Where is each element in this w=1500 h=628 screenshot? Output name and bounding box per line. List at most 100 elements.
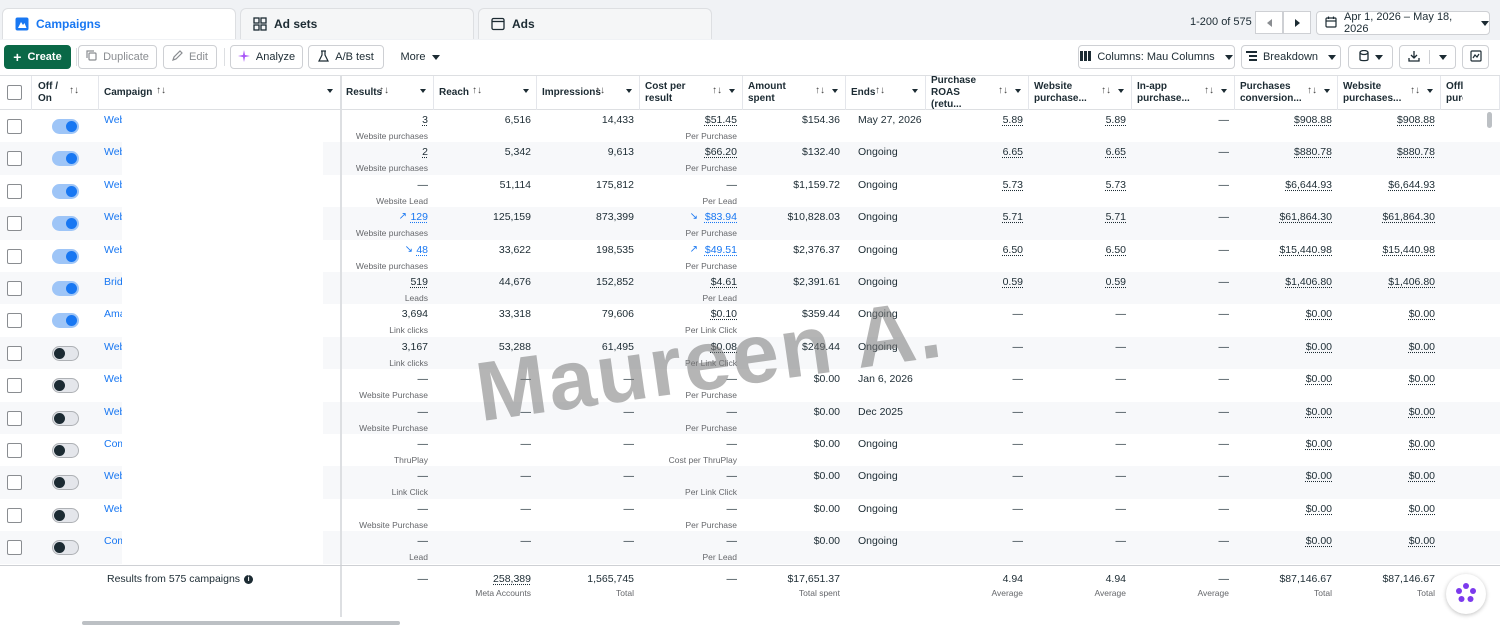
cell-value[interactable]: 6.50 <box>1106 244 1126 256</box>
cell-value[interactable]: $0.10 <box>711 308 737 320</box>
create-button[interactable]: + Create <box>4 45 71 69</box>
column-menu-icon[interactable] <box>832 89 838 93</box>
cell-value[interactable]: — <box>1116 438 1127 450</box>
cell-value[interactable]: $4.61 <box>711 276 737 288</box>
breakdown-button[interactable]: Breakdown <box>1241 45 1341 69</box>
sort-icon[interactable]: ↑↓ <box>1307 85 1317 97</box>
row-checkbox[interactable] <box>7 540 22 556</box>
cell-value[interactable]: 5.71 <box>1106 211 1126 223</box>
cell-value[interactable]: — <box>727 373 738 385</box>
column-menu-icon[interactable] <box>1221 89 1227 93</box>
cell-value[interactable]: $61,864.30 <box>1382 211 1435 223</box>
sort-icon[interactable]: ↑↓ <box>1101 85 1111 97</box>
column-menu-icon[interactable] <box>1427 89 1433 93</box>
cell-value[interactable]: — <box>1116 406 1127 418</box>
cell-value[interactable]: $0.00 <box>1306 503 1332 515</box>
cell-value[interactable]: 5.73 <box>1003 179 1023 191</box>
tab-campaigns[interactable]: Campaigns <box>2 8 236 39</box>
cell-value[interactable]: $0.08 <box>711 341 737 353</box>
cell-value[interactable]: $0.00 <box>1409 341 1435 353</box>
cell-value[interactable]: $0.00 <box>1306 341 1332 353</box>
cell-value[interactable]: $15,440.98 <box>1382 244 1435 256</box>
sort-icon[interactable]: ↑↓ <box>595 85 605 97</box>
cell-value[interactable]: — <box>1116 535 1127 547</box>
cell-value[interactable]: — <box>1013 503 1024 515</box>
cell-value[interactable]: $0.00 <box>1409 535 1435 547</box>
cell-value[interactable]: $66.20 <box>705 146 737 158</box>
more-button[interactable]: More <box>392 45 448 69</box>
cell-value[interactable]: $15,440.98 <box>1279 244 1332 256</box>
column-menu-icon[interactable] <box>626 89 632 93</box>
header-cpr[interactable]: Cost per result ↑↓ <box>640 76 743 110</box>
tab-ads[interactable]: Ads <box>478 8 712 39</box>
cell-value[interactable]: — <box>1013 438 1024 450</box>
cell-value[interactable]: $6,644.93 <box>1285 179 1332 191</box>
cell-value[interactable]: — <box>418 406 429 418</box>
column-menu-icon[interactable] <box>1015 89 1021 93</box>
tab-ad-sets[interactable]: Ad sets <box>240 8 474 39</box>
sort-icon[interactable]: ↑↓ <box>1204 85 1214 97</box>
chart-view-button[interactable] <box>1462 45 1489 69</box>
cell-value[interactable]: — <box>418 438 429 450</box>
sort-icon[interactable]: ↑↓ <box>998 85 1008 97</box>
row-checkbox[interactable] <box>7 216 22 232</box>
cell-value[interactable]: — <box>727 179 738 191</box>
cell-value[interactable]: 48 <box>416 244 428 256</box>
assistant-button[interactable] <box>1446 574 1486 614</box>
header-pconv[interactable]: Purchases conversion... ↑↓ <box>1235 76 1338 110</box>
cell-value[interactable]: — <box>1116 341 1127 353</box>
cell-value[interactable]: 6.65 <box>1106 146 1126 158</box>
cell-value[interactable]: $49.51 <box>705 244 737 256</box>
cell-value[interactable]: 5.89 <box>1106 114 1126 126</box>
cell-value[interactable]: $0.00 <box>1306 373 1332 385</box>
cell-value[interactable]: $908.88 <box>1397 114 1435 126</box>
sort-icon[interactable]: ↑↓ <box>472 85 482 97</box>
cell-value[interactable]: $0.00 <box>1306 535 1332 547</box>
cell-value[interactable]: $61,864.30 <box>1279 211 1332 223</box>
cell-value[interactable]: — <box>418 503 429 515</box>
select-all-checkbox[interactable] <box>7 85 22 100</box>
cell-value[interactable]: — <box>727 406 738 418</box>
cell-value[interactable]: $0.00 <box>1409 308 1435 320</box>
row-checkbox[interactable] <box>7 281 22 296</box>
cell-value[interactable]: $0.00 <box>1409 503 1435 515</box>
header-campaign[interactable]: Campaign ↑↓ <box>99 76 341 110</box>
sort-icon[interactable]: ↑↓ <box>875 85 885 97</box>
date-range-picker[interactable]: Apr 1, 2026 – May 18, 2026 <box>1316 11 1490 35</box>
cell-value[interactable]: $0.00 <box>1306 406 1332 418</box>
cell-value[interactable]: 3,694 <box>402 308 428 320</box>
header-select-all[interactable] <box>0 76 32 110</box>
cell-value[interactable]: — <box>727 503 738 515</box>
row-checkbox[interactable] <box>7 378 22 394</box>
header-impressions[interactable]: Impressions ↑↓ <box>537 76 640 110</box>
cell-value[interactable]: $51.45 <box>705 114 737 126</box>
cell-value[interactable]: 5.73 <box>1106 179 1126 191</box>
cell-value[interactable]: — <box>1013 373 1024 385</box>
header-reach[interactable]: Reach ↑↓ <box>434 76 537 110</box>
cell-value[interactable]: — <box>418 179 429 191</box>
column-menu-icon[interactable] <box>912 89 918 93</box>
cell-value[interactable]: 129 <box>410 211 428 223</box>
cell-value[interactable]: 5.89 <box>1003 114 1023 126</box>
cell-value[interactable]: — <box>418 535 429 547</box>
cell-value[interactable]: — <box>1013 535 1024 547</box>
cell-value[interactable]: 519 <box>410 276 428 288</box>
campaign-toggle[interactable] <box>52 313 79 329</box>
row-checkbox[interactable] <box>7 313 22 329</box>
ab-test-button[interactable]: A/B test <box>308 45 384 69</box>
vertical-scrollbar[interactable] <box>1487 112 1492 128</box>
cell-value[interactable]: $1,406.80 <box>1285 276 1332 288</box>
cell-value[interactable]: $0.00 <box>1409 438 1435 450</box>
column-menu-icon[interactable] <box>420 89 426 93</box>
cell-value[interactable]: — <box>727 470 738 482</box>
header-toggle[interactable]: Off / On ↑↓ <box>33 76 99 110</box>
horizontal-scrollbar[interactable] <box>82 621 400 625</box>
reports-button[interactable] <box>1348 45 1393 69</box>
export-button[interactable] <box>1399 45 1456 69</box>
campaign-toggle[interactable] <box>52 183 79 199</box>
campaign-toggle[interactable] <box>52 443 79 458</box>
row-checkbox[interactable] <box>7 119 22 134</box>
header-inapp[interactable]: In-app purchase... ↑↓ <box>1132 76 1235 110</box>
cell-value[interactable]: — <box>418 470 429 482</box>
duplicate-button[interactable]: Duplicate <box>78 45 157 69</box>
